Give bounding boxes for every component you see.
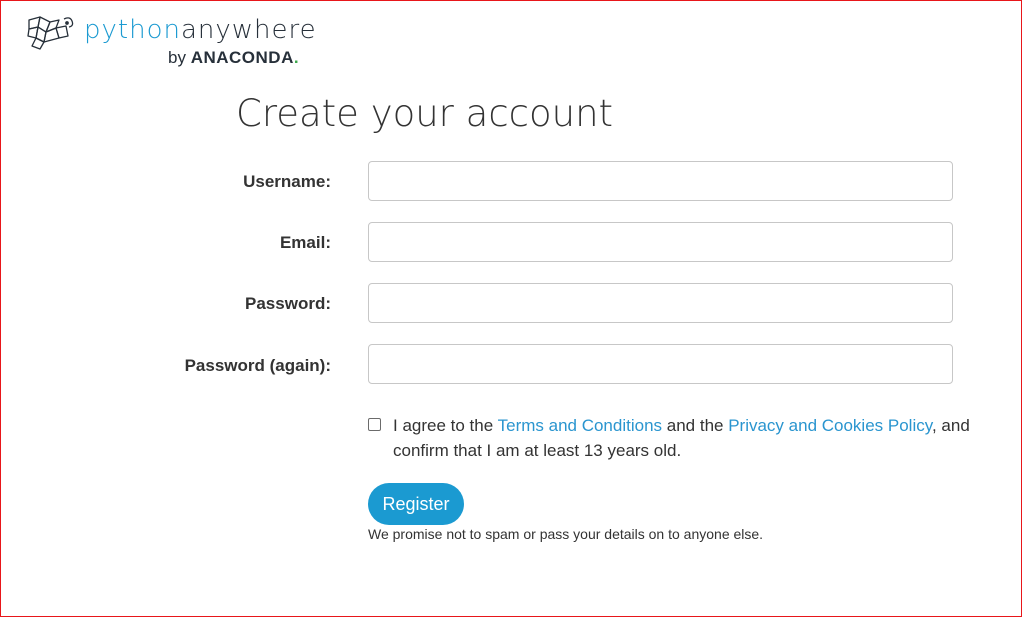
email-input[interactable] [368,222,953,262]
no-spam-notice: We promise not to spam or pass your deta… [368,526,764,542]
password-input[interactable] [368,283,953,323]
email-label: Email: [279,233,331,252]
logo-byline: by ANACONDA. [168,48,300,67]
register-button[interactable]: Register [368,483,464,525]
pythonanywhere-logo[interactable]: pythonanywhere by ANACONDA. [26,14,316,70]
logo-wordmark: pythonanywhere [84,15,317,45]
agree-checkbox[interactable] [368,418,381,431]
username-label: Username: [243,172,331,191]
privacy-link[interactable]: Privacy and Cookies Policy [728,416,932,435]
pythonanywhere-logo-icon [27,16,74,50]
password-again-input[interactable] [368,344,953,384]
terms-link[interactable]: Terms and Conditions [498,416,662,435]
page-title: Create your account [236,92,614,135]
password-again-label: Password (again): [184,356,331,375]
username-input[interactable] [368,161,953,201]
password-label: Password: [245,294,331,313]
agree-text: I agree to the Terms and Conditions and … [393,416,970,460]
